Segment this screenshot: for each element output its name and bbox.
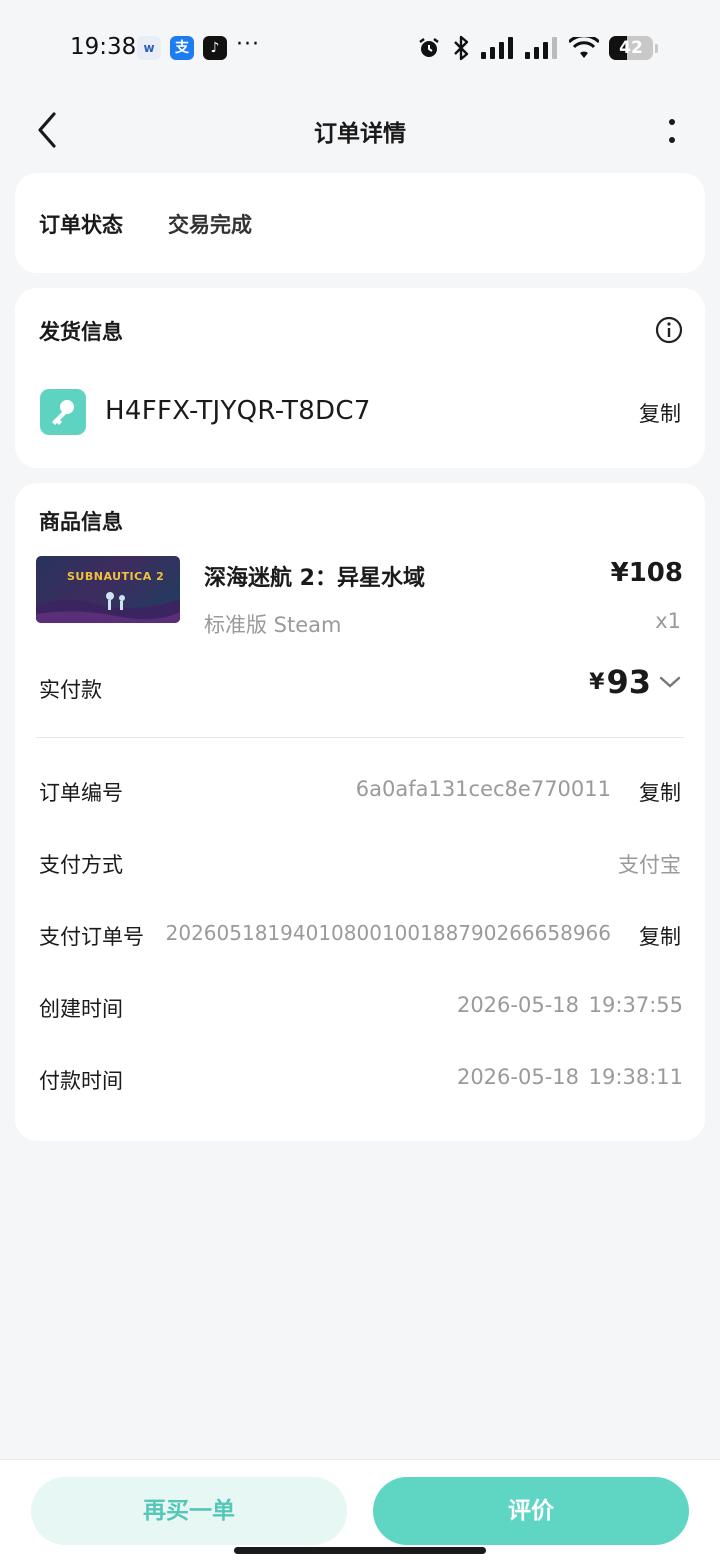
pay-order-no-label: 支付订单号 (39, 925, 144, 949)
battery-percent: 42 (619, 38, 643, 58)
pay-method-value: 支付宝 (618, 853, 681, 877)
alarm-icon (419, 38, 439, 57)
info-icon[interactable] (655, 316, 683, 344)
paid-amount: 93 (606, 663, 651, 701)
order-status-label: 订单状态 (39, 213, 123, 237)
chevron-down-icon (659, 676, 681, 688)
signal-icon (525, 37, 557, 59)
delivery-card: 发货信息 H4FFX-TJYQR-T8DC7 复制 (15, 288, 705, 468)
goods-card: 商品信息 SUBNAUTICA 2 深海迷航 2：异星水域 ¥108 标准版 S… (15, 483, 705, 1141)
paid-label: 实付款 (39, 678, 102, 702)
pay-method-label: 支付方式 (39, 853, 123, 877)
buy-again-button[interactable]: 再买一单 (31, 1477, 347, 1545)
status-time: 19:38 (70, 34, 137, 60)
delivery-title: 发货信息 (39, 320, 123, 344)
order-status-value: 交易完成 (168, 213, 252, 237)
paid-date: 2026-05-18 (456, 1065, 579, 1089)
copy-key-button[interactable]: 复制 (639, 398, 681, 428)
created-time-label: 创建时间 (39, 997, 123, 1021)
page-title: 订单详情 (314, 121, 406, 147)
divider (36, 737, 684, 738)
copy-order-no-button[interactable]: 复制 (639, 777, 681, 807)
order-status-card: 订单状态 交易完成 (15, 173, 705, 273)
created-date: 2026-05-18 (456, 993, 579, 1017)
battery-tip (655, 43, 658, 53)
home-indicator[interactable] (234, 1547, 486, 1554)
cd-key-code: H4FFX-TJYQR-T8DC7 (105, 396, 371, 426)
thumbnail-logo: SUBNAUTICA 2 (67, 570, 165, 583)
more-menu-icon[interactable] (662, 116, 682, 146)
review-button[interactable]: 评价 (373, 1477, 689, 1545)
bluetooth-icon (454, 35, 469, 61)
pay-order-no-value: 2026051819401080010018879026665896​6 (165, 921, 611, 945)
paid-currency: ¥ (589, 669, 605, 695)
battery-icon: 42 (609, 36, 653, 60)
key-icon (40, 389, 86, 435)
alipay-icon: 支 (170, 36, 194, 60)
created-time: 19:37:55 (588, 993, 683, 1017)
copy-pay-order-no-button[interactable]: 复制 (639, 921, 681, 951)
product-name[interactable]: 深海迷航 2：异星水域 (204, 560, 425, 592)
product-quantity: x1 (655, 609, 681, 633)
status-right: 42 (417, 34, 658, 62)
paid-amount-row[interactable]: ¥ 93 (589, 663, 683, 701)
product-price: ¥108 (610, 558, 683, 588)
app-icon: w (137, 36, 161, 60)
signal-icon (481, 37, 513, 59)
product-edition: 标准版 Steam (204, 613, 342, 637)
tiktok-icon: ♪ (203, 36, 227, 60)
more-notifications-icon: ··· (236, 32, 260, 57)
order-no-label: 订单编号 (39, 781, 123, 805)
bottom-action-bar: 再买一单 评价 (0, 1459, 720, 1565)
paid-time: 19:38:11 (588, 1065, 683, 1089)
goods-title: 商品信息 (39, 510, 123, 534)
paid-time-label: 付款时间 (39, 1069, 123, 1093)
wifi-icon (569, 37, 599, 58)
product-thumbnail[interactable]: SUBNAUTICA 2 (36, 556, 180, 623)
status-bar: 19:38 w 支 ♪ ··· 42 (0, 0, 720, 96)
nav-bar: 订单详情 (0, 100, 720, 160)
order-no-value: 6a0afa131cec8e770011 (355, 777, 611, 801)
